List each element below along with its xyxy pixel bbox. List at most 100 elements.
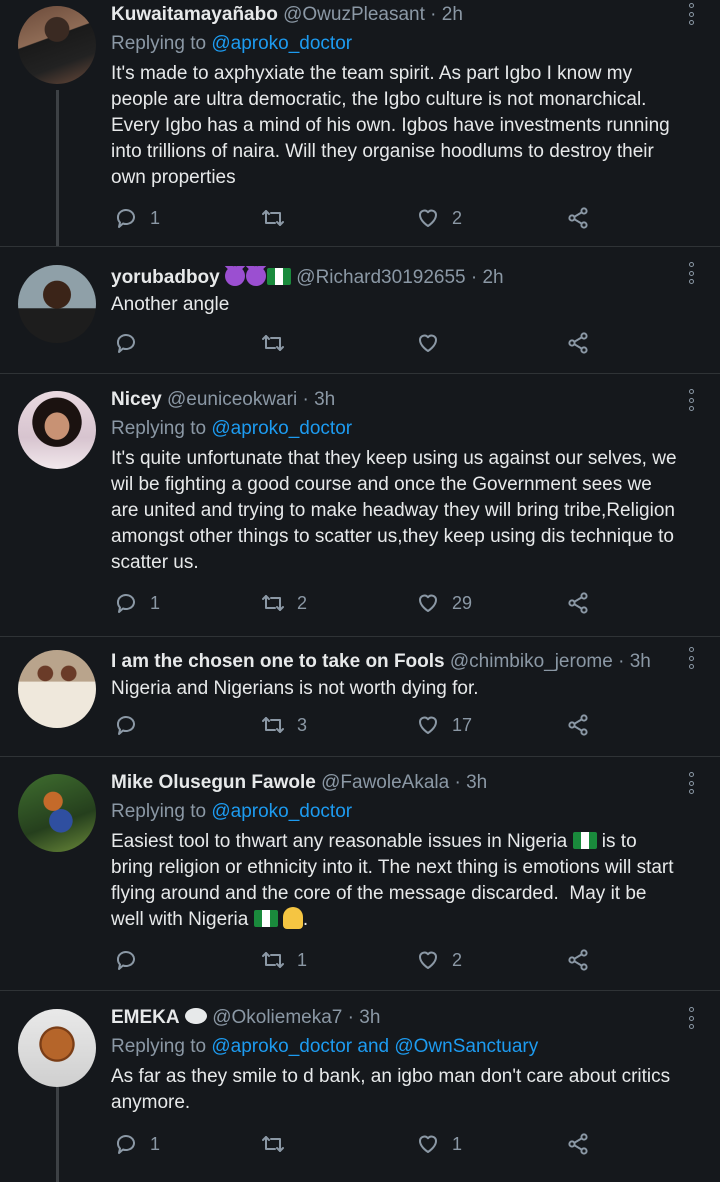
reply-count: 1 xyxy=(150,207,161,228)
author-handle[interactable]: @chimbiko_jerome xyxy=(450,651,613,672)
author-name[interactable]: yorubadboy xyxy=(111,267,220,288)
timestamp[interactable]: 3h xyxy=(630,651,651,672)
more-options-icon[interactable] xyxy=(688,772,694,794)
tweet-6[interactable]: EMEKA @Okoliemeka7 · 3h Replying to @apr… xyxy=(0,991,720,1182)
avatar[interactable] xyxy=(18,265,96,343)
heart-icon xyxy=(416,591,440,615)
retweet-button[interactable]: 3 xyxy=(261,711,307,739)
tweet-header: EMEKA @Okoliemeka7 · 3h xyxy=(111,1006,684,1030)
more-options-icon[interactable] xyxy=(688,389,694,411)
tweet-text: It's made to axphyxiate the team spirit.… xyxy=(111,63,675,188)
separator: · xyxy=(449,772,467,793)
tweet-text: Easiest tool to thwart any reasonable is… xyxy=(111,829,684,933)
author-name[interactable]: Nicey xyxy=(111,389,162,410)
retweet-button[interactable] xyxy=(261,204,297,232)
mention-link[interactable]: @aproko_doctor and @OwnSanctuary xyxy=(211,1036,538,1057)
avatar[interactable] xyxy=(18,1009,96,1087)
heart-icon xyxy=(416,713,440,737)
tweet-2[interactable]: yorubadboy @Richard30192655 · 2h Another… xyxy=(0,247,720,374)
share-icon xyxy=(566,1132,590,1156)
like-count: 29 xyxy=(452,592,473,613)
more-options-icon[interactable] xyxy=(688,1007,694,1029)
retweet-button[interactable] xyxy=(261,329,297,357)
share-button[interactable] xyxy=(566,589,590,617)
retweet-count: 2 xyxy=(297,592,308,613)
avatar[interactable] xyxy=(18,650,96,728)
tweet-5[interactable]: Mike Olusegun Fawole @FawoleAkala · 3h R… xyxy=(0,757,720,991)
author-handle[interactable]: @Okoliemeka7 xyxy=(212,1007,342,1028)
tweet-text: Another angle xyxy=(111,294,230,315)
thread-line xyxy=(56,1087,59,1182)
share-button[interactable] xyxy=(566,204,590,232)
tweet-actions: 1 2 xyxy=(111,946,611,974)
timestamp[interactable]: 3h xyxy=(359,1007,380,1028)
share-icon xyxy=(566,591,590,615)
replying-to: Replying to @aproko_doctor and @OwnSanct… xyxy=(111,1035,684,1059)
share-button[interactable] xyxy=(566,1130,590,1158)
tweet-actions xyxy=(111,329,611,357)
timestamp[interactable]: 3h xyxy=(466,772,487,793)
avatar[interactable] xyxy=(18,774,96,852)
tweet-actions: 1 2 29 xyxy=(111,589,611,617)
reply-button[interactable] xyxy=(114,329,150,357)
retweet-button[interactable]: 1 xyxy=(261,946,307,974)
separator: · xyxy=(297,389,315,410)
like-button[interactable]: 1 xyxy=(416,1130,462,1158)
tweet-actions: 3 17 xyxy=(111,711,611,739)
more-options-icon[interactable] xyxy=(688,3,694,25)
mention-link[interactable]: @aproko_doctor xyxy=(211,801,352,822)
author-name[interactable]: Mike Olusegun Fawole xyxy=(111,772,316,793)
author-name[interactable]: I am the chosen one to take on Fools xyxy=(111,651,445,672)
heart-icon xyxy=(416,206,440,230)
share-button[interactable] xyxy=(566,711,590,739)
share-icon xyxy=(566,713,590,737)
author-handle[interactable]: @Richard30192655 xyxy=(296,267,465,288)
avatar[interactable] xyxy=(18,6,96,84)
reply-button[interactable]: 1 xyxy=(114,589,160,617)
retweet-button[interactable]: 2 xyxy=(261,589,307,617)
devil-emoji xyxy=(246,266,267,286)
reply-button[interactable]: 1 xyxy=(114,1130,160,1158)
timestamp[interactable]: 3h xyxy=(314,389,335,410)
like-count: 2 xyxy=(452,949,463,970)
like-button[interactable]: 29 xyxy=(416,589,472,617)
retweet-count: 3 xyxy=(297,714,308,735)
thought-balloon-icon xyxy=(184,1008,207,1024)
tweet-1[interactable]: Kuwaitamayañabo @OwuzPleasant · 2h Reply… xyxy=(0,0,720,247)
reply-button[interactable] xyxy=(114,711,150,739)
replying-prefix: Replying to xyxy=(111,33,212,54)
mention-link[interactable]: @aproko_doctor xyxy=(211,33,352,54)
tweet-text: Nigeria and Nigerians is not worth dying… xyxy=(111,678,479,699)
reply-count: 1 xyxy=(150,592,161,613)
tweet-4[interactable]: I am the chosen one to take on Fools @ch… xyxy=(0,637,720,757)
author-handle[interactable]: @euniceokwari xyxy=(167,389,297,410)
author-handle[interactable]: @OwuzPleasant xyxy=(283,4,425,25)
mention-link[interactable]: @aproko_doctor xyxy=(211,418,352,439)
reply-button[interactable] xyxy=(114,946,150,974)
reply-button[interactable]: 1 xyxy=(114,204,160,232)
more-options-icon[interactable] xyxy=(688,262,694,284)
tweet-3[interactable]: Nicey @euniceokwari · 3h Replying to @ap… xyxy=(0,374,720,637)
nigeria-flag-icon xyxy=(267,268,292,285)
share-button[interactable] xyxy=(566,329,590,357)
timestamp[interactable]: 2h xyxy=(442,4,463,25)
like-button[interactable] xyxy=(416,329,452,357)
like-count: 1 xyxy=(452,1133,463,1154)
author-name[interactable]: EMEKA xyxy=(111,1007,180,1028)
retweet-button[interactable] xyxy=(261,1130,297,1158)
tweet-text-part: . xyxy=(302,909,309,930)
timestamp[interactable]: 2h xyxy=(482,267,503,288)
nigeria-flag-icon xyxy=(572,832,597,849)
like-button[interactable]: 2 xyxy=(416,204,462,232)
author-handle[interactable]: @FawoleAkala xyxy=(321,772,449,793)
more-options-icon[interactable] xyxy=(688,647,694,669)
author-name[interactable]: Kuwaitamayañabo xyxy=(111,4,278,25)
replying-to: Replying to @aproko_doctor xyxy=(111,32,684,56)
avatar[interactable] xyxy=(18,391,96,469)
like-button[interactable]: 17 xyxy=(416,711,472,739)
reply-icon xyxy=(114,713,138,737)
like-button[interactable]: 2 xyxy=(416,946,462,974)
share-icon xyxy=(566,948,590,972)
share-button[interactable] xyxy=(566,946,590,974)
tweet-header: I am the chosen one to take on Fools @ch… xyxy=(111,650,684,674)
